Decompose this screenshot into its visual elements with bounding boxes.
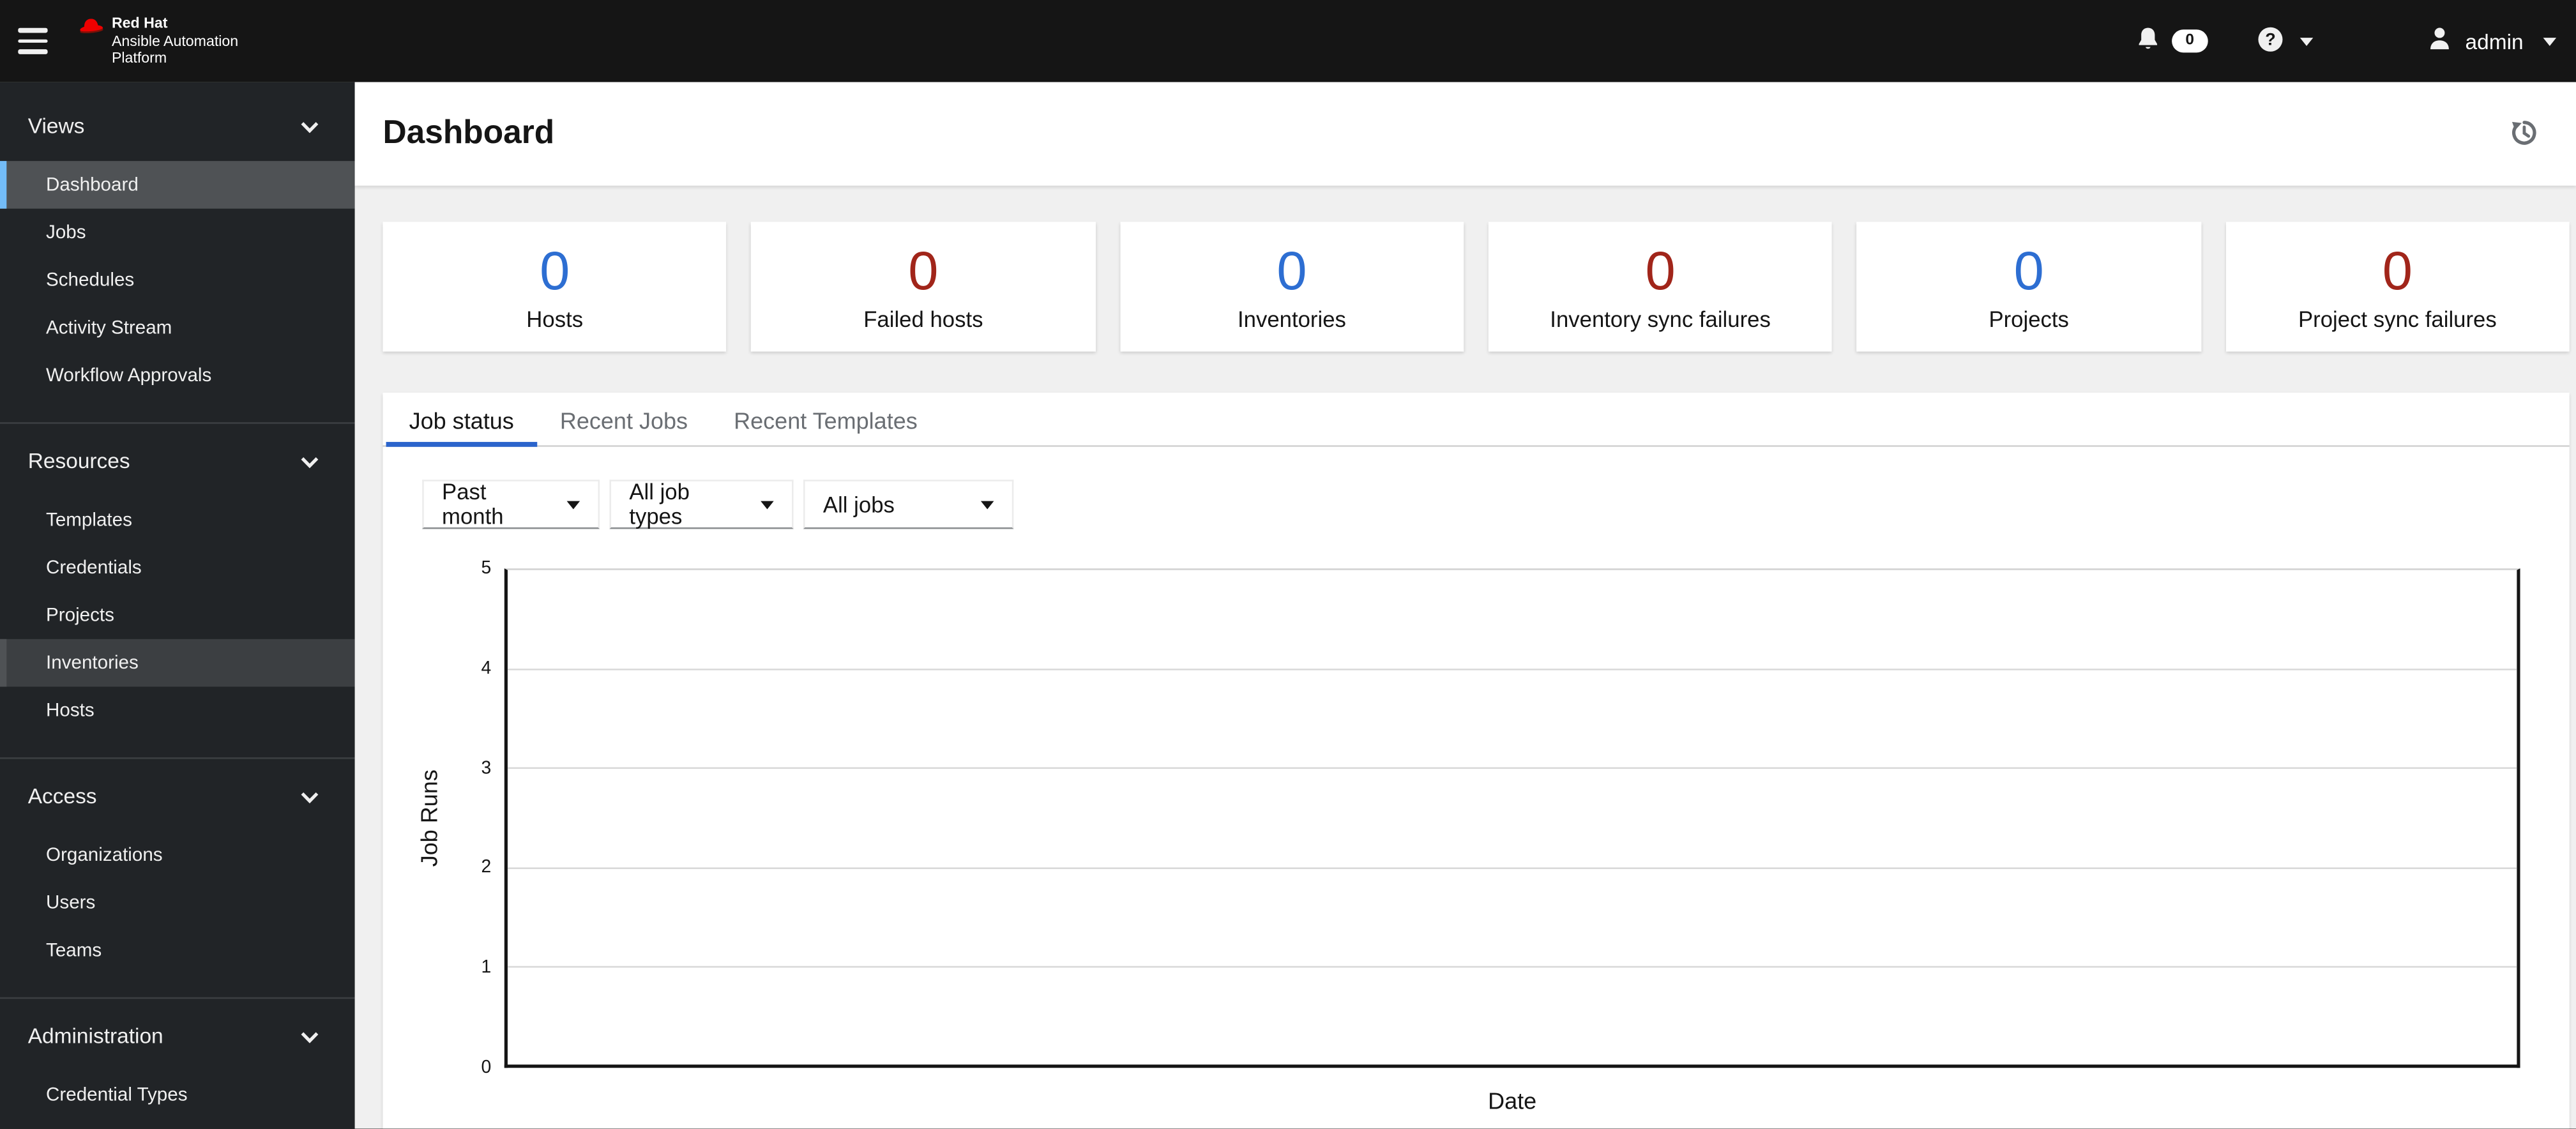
y-tick: 1 bbox=[481, 958, 492, 978]
summary-card-hosts: 0 Hosts bbox=[383, 222, 727, 352]
dashboard-content: 0 Hosts 0 Failed hosts 0 Inventories 0 I… bbox=[355, 186, 2576, 1129]
job-runs-chart: Job Runs 5 4 3 2 1 0 Date bbox=[383, 559, 2569, 1128]
chart-filters: Past month All job types All jobs bbox=[383, 447, 2569, 529]
summary-card-projects: 0 Projects bbox=[1856, 222, 2201, 352]
sidebar-item-projects[interactable]: Projects bbox=[0, 591, 355, 639]
card-label: Inventory sync failures bbox=[1550, 306, 1771, 331]
svg-text:?: ? bbox=[2264, 29, 2275, 48]
nav-section-toggle-views[interactable]: Views bbox=[0, 109, 355, 141]
hosts-count-link[interactable]: 0 bbox=[540, 241, 570, 298]
user-menu-button[interactable]: admin bbox=[2427, 26, 2557, 56]
chevron-down-icon bbox=[566, 500, 580, 509]
y-tick: 2 bbox=[481, 858, 492, 878]
summary-cards-row: 0 Hosts 0 Failed hosts 0 Inventories 0 I… bbox=[383, 222, 2570, 352]
notifications-button[interactable]: 0 bbox=[2136, 26, 2208, 57]
help-menu-button[interactable]: ? bbox=[2257, 26, 2313, 57]
job-status-panel: Job status Recent Jobs Recent Templates … bbox=[383, 392, 2570, 1129]
question-circle-icon: ? bbox=[2257, 26, 2283, 57]
inventory-sync-failures-count-link[interactable]: 0 bbox=[1645, 241, 1675, 298]
sidebar-nav: Views Dashboard Jobs Schedules Activity … bbox=[0, 82, 355, 1129]
nav-section-toggle-resources[interactable]: Resources bbox=[0, 444, 355, 476]
sidebar-item-teams[interactable]: Teams bbox=[0, 927, 355, 974]
brand-text: Red Hat Ansible Automation Platform bbox=[111, 15, 239, 66]
sidebar-item-activity-stream[interactable]: Activity Stream bbox=[0, 304, 355, 352]
page-title: Dashboard bbox=[383, 115, 555, 151]
chevron-down-icon bbox=[301, 448, 319, 473]
sidebar-item-credential-types[interactable]: Credential Types bbox=[0, 1071, 355, 1119]
history-icon bbox=[2510, 117, 2538, 150]
sidebar-item-templates[interactable]: Templates bbox=[0, 496, 355, 544]
sidebar-item-inventories[interactable]: Inventories bbox=[0, 639, 355, 687]
history-button[interactable] bbox=[2505, 112, 2543, 155]
y-tick: 3 bbox=[481, 758, 492, 778]
notification-count-badge: 0 bbox=[2172, 29, 2208, 53]
sidebar-item-dashboard[interactable]: Dashboard bbox=[0, 161, 355, 209]
masthead: Red Hat Ansible Automation Platform 0 ? … bbox=[0, 0, 2576, 82]
sidebar-item-hosts[interactable]: Hosts bbox=[0, 686, 355, 734]
redhat-fedora-icon bbox=[79, 15, 103, 45]
sidebar-item-notifications[interactable]: Notifications bbox=[0, 1119, 355, 1128]
tabs-bar: Job status Recent Jobs Recent Templates bbox=[383, 393, 2570, 447]
nav-section-toggle-administration[interactable]: Administration bbox=[0, 1019, 355, 1051]
nav-section-resources: Resources Templates Credentials Projects… bbox=[0, 422, 355, 757]
chart-y-axis-label: Job Runs bbox=[415, 769, 443, 867]
nav-section-views: Views Dashboard Jobs Schedules Activity … bbox=[0, 82, 355, 423]
page-header: Dashboard bbox=[354, 82, 2576, 186]
y-tick: 0 bbox=[481, 1057, 492, 1078]
y-tick: 5 bbox=[481, 558, 492, 579]
job-filter-select[interactable]: All jobs bbox=[803, 480, 1014, 529]
chevron-down-icon bbox=[980, 500, 994, 509]
card-label: Failed hosts bbox=[863, 306, 983, 331]
tab-recent-jobs[interactable]: Recent Jobs bbox=[537, 393, 711, 447]
nav-toggle-button[interactable] bbox=[0, 0, 66, 82]
summary-card-inventory-sync-failures: 0 Inventory sync failures bbox=[1488, 222, 1833, 352]
card-label: Inventories bbox=[1238, 306, 1346, 331]
hamburger-icon bbox=[18, 28, 48, 33]
card-label: Project sync failures bbox=[2298, 306, 2497, 331]
brand-logo[interactable]: Red Hat Ansible Automation Platform bbox=[79, 15, 238, 67]
app-window: Red Hat Ansible Automation Platform 0 ? … bbox=[0, 0, 2576, 1129]
chevron-down-icon bbox=[301, 112, 319, 137]
nav-section-access: Access Organizations Users Teams bbox=[0, 757, 355, 997]
card-label: Projects bbox=[1989, 306, 2069, 331]
job-type-select[interactable]: All job types bbox=[609, 480, 794, 529]
nav-section-toggle-access[interactable]: Access bbox=[0, 778, 355, 811]
inventories-count-link[interactable]: 0 bbox=[1277, 241, 1307, 298]
sidebar-item-credentials[interactable]: Credentials bbox=[0, 544, 355, 592]
failed-hosts-count-link[interactable]: 0 bbox=[908, 241, 938, 298]
chart-x-axis-label: Date bbox=[1488, 1087, 1537, 1114]
sidebar-item-organizations[interactable]: Organizations bbox=[0, 831, 355, 879]
sidebar-item-workflow-approvals[interactable]: Workflow Approvals bbox=[0, 352, 355, 400]
bell-icon bbox=[2136, 26, 2161, 57]
main-area: Dashboard 0 Hosts 0 Failed hosts 0 Inven… bbox=[354, 82, 2576, 1129]
sidebar-item-users[interactable]: Users bbox=[0, 879, 355, 927]
username-label: admin bbox=[2465, 29, 2524, 54]
tab-job-status[interactable]: Job status bbox=[386, 393, 537, 447]
masthead-actions: 0 ? admin bbox=[2136, 26, 2557, 57]
user-icon bbox=[2427, 26, 2450, 56]
tab-recent-templates[interactable]: Recent Templates bbox=[711, 393, 941, 447]
period-select[interactable]: Past month bbox=[422, 480, 600, 529]
summary-card-project-sync-failures: 0 Project sync failures bbox=[2225, 222, 2570, 352]
chevron-down-icon bbox=[301, 1023, 319, 1048]
chevron-down-icon bbox=[2299, 36, 2313, 45]
chevron-down-icon bbox=[301, 783, 319, 808]
chart-plot-area bbox=[504, 568, 2520, 1068]
summary-card-inventories: 0 Inventories bbox=[1119, 222, 1464, 352]
project-sync-failures-count-link[interactable]: 0 bbox=[2383, 241, 2413, 298]
y-tick: 4 bbox=[481, 658, 492, 679]
card-label: Hosts bbox=[526, 306, 584, 331]
sidebar-item-jobs[interactable]: Jobs bbox=[0, 209, 355, 257]
nav-section-administration: Administration Credential Types Notifica… bbox=[0, 997, 355, 1129]
chevron-down-icon bbox=[761, 500, 774, 509]
sidebar-item-schedules[interactable]: Schedules bbox=[0, 256, 355, 304]
summary-card-failed-hosts: 0 Failed hosts bbox=[751, 222, 1096, 352]
chevron-down-icon bbox=[2543, 36, 2557, 45]
projects-count-link[interactable]: 0 bbox=[2014, 241, 2044, 298]
